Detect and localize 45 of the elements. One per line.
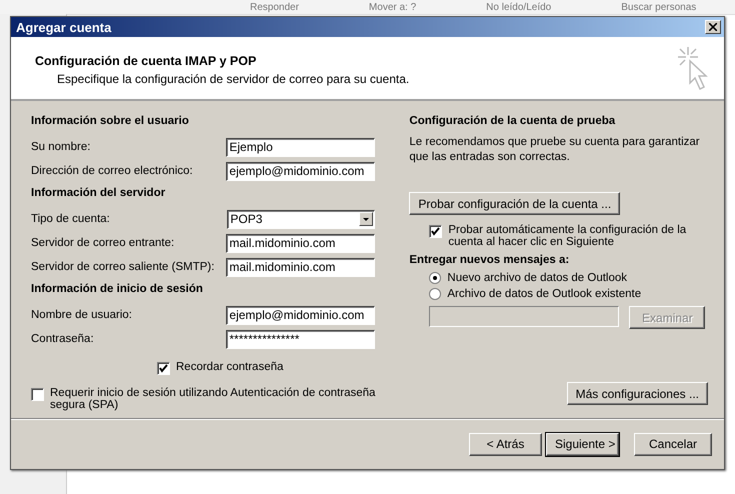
- section-heading: Configuración de la cuenta de prueba: [409, 115, 616, 127]
- checkbox-label: Recordar contraseña: [176, 361, 284, 373]
- section-heading: Información de inicio de sesión: [31, 283, 204, 295]
- input-field[interactable]: ejemplo@midominio.com: [226, 162, 376, 180]
- checkbox-label: Probar automáticamente la configuración de la cuenta al hacer clic en Siguiente: [448, 224, 688, 248]
- dialog-button[interactable]: < Atrás: [469, 432, 542, 456]
- close-button[interactable]: [705, 20, 721, 34]
- toolbar-label: Buscar personas: [621, 2, 696, 12]
- input-field[interactable]: Ejemplo: [226, 138, 376, 156]
- window-title: Agregar cuenta: [16, 20, 112, 34]
- account-type-dropdown[interactable]: POP3: [227, 210, 376, 228]
- more-settings-button[interactable]: Más configuraciones ...: [566, 382, 708, 405]
- password-field[interactable]: ***************: [226, 330, 376, 348]
- header-subtitle: Especifique la configuración de servidor de correo para su cuenta.: [57, 72, 410, 86]
- data-file-path-field[interactable]: [429, 306, 620, 327]
- field-label: Servidor de correo entrante:: [31, 237, 174, 249]
- field-label: Servidor de correo saliente (SMTP):: [31, 261, 214, 273]
- close-icon: [709, 23, 717, 31]
- radio-label: Archivo de datos de Outlook existente: [447, 288, 642, 300]
- radio-button[interactable]: [429, 272, 442, 284]
- description-text: Le recomendamos que pruebe su cuenta para garantizar que las entradas son correctas.: [409, 135, 701, 165]
- field-label: Tipo de cuenta:: [31, 213, 110, 225]
- field-label: Su nombre:: [31, 141, 90, 153]
- field-label: Nombre de usuario:: [31, 309, 132, 321]
- toolbar-label: Responder: [250, 2, 299, 12]
- toolbar-label: No leído/Leído: [486, 2, 552, 12]
- dialog-button[interactable]: Siguiente >: [546, 432, 619, 456]
- section-heading: Información sobre el usuario: [31, 115, 190, 127]
- dialog-button[interactable]: Cancelar: [634, 432, 712, 456]
- input-field[interactable]: mail.midominio.com: [226, 234, 376, 252]
- checkbox-label: Requerir inicio de sesión utilizando Autenticación de contraseña segura (SPA): [50, 387, 376, 411]
- section-heading: Entregar nuevos mensajes a:: [409, 254, 570, 266]
- field-label: Dirección de correo electrónico:: [31, 165, 193, 177]
- field-label: Contraseña:: [31, 333, 94, 345]
- section-heading: Información del servidor: [31, 187, 166, 199]
- input-field[interactable]: mail.midominio.com: [226, 258, 376, 276]
- radio-label: Nuevo archivo de datos de Outlook: [447, 272, 628, 284]
- radio-button[interactable]: [429, 288, 442, 300]
- checkbox[interactable]: [31, 388, 44, 401]
- header-title: Configuración de cuenta IMAP y POP: [35, 54, 258, 68]
- toolbar-label: Mover a: ?: [368, 2, 416, 12]
- test-settings-button[interactable]: Probar configuración de la cuenta ...: [409, 192, 620, 215]
- input-field[interactable]: ejemplo@midominio.com: [226, 306, 376, 324]
- checkbox[interactable]: [429, 225, 442, 238]
- checkbox[interactable]: [157, 362, 170, 375]
